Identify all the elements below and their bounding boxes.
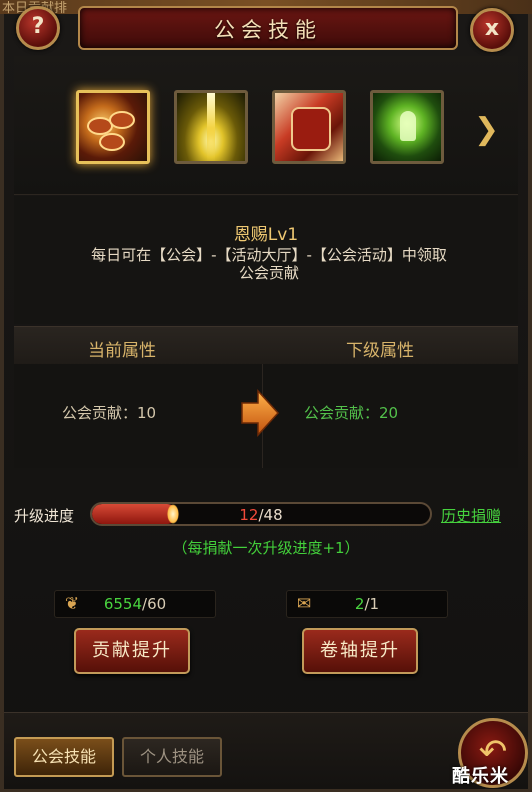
close-icon: x: [484, 16, 500, 41]
scroll-upgrade-button[interactable]: 卷轴提升: [302, 628, 418, 674]
scroll-shape: [291, 107, 331, 151]
next-attribute-value: 公会贡献：20: [304, 404, 399, 422]
chevron-right-icon[interactable]: ❯: [474, 115, 499, 145]
tab-guild-skills[interactable]: 公会技能: [14, 737, 114, 777]
green-aura-icon: [373, 93, 441, 161]
contribution-resource: ❦ 6554/60: [54, 590, 216, 618]
title-banner: 公会技能: [78, 6, 458, 50]
skill-slot-3[interactable]: [272, 90, 346, 164]
arrow-right-icon: [241, 389, 280, 437]
upgrade-progress-bar: 12/48: [90, 502, 432, 526]
tab-personal-skills[interactable]: 个人技能: [122, 737, 222, 777]
coins-bowl-icon: [79, 93, 147, 161]
progress-hint: （每捐献一次升级进度+1）: [172, 539, 360, 557]
skill-description: 每日可在【公会】-【活动大厅】-【公会活动】中领取公会贡献: [91, 246, 447, 282]
progress-total: /48: [258, 506, 283, 524]
light-beam-icon: [177, 93, 245, 161]
next-attribute-header: 下级属性: [346, 341, 414, 361]
skill-description-panel: 恩赐Lv1 每日可在【公会】-【活动大厅】-【公会活动】中领取公会贡献: [14, 196, 518, 324]
progress-current: 12: [239, 506, 259, 524]
progress-label: 升级进度: [14, 507, 75, 525]
contribution-current: 6554: [103, 595, 143, 613]
scroll-required: /1: [364, 595, 380, 613]
progress-text: 12/48: [92, 506, 430, 524]
beam-shape: [207, 93, 215, 161]
scroll-amount: 2/1: [287, 595, 447, 613]
page-title: 公会技能: [214, 18, 322, 42]
skill-slot-2[interactable]: [174, 90, 248, 164]
attribute-header: 当前属性 下级属性: [14, 326, 518, 366]
contribution-amount: 6554/60: [55, 595, 215, 613]
figure-shape: [400, 111, 416, 141]
contribute-upgrade-button[interactable]: 贡献提升: [74, 628, 190, 674]
coin-shape: [109, 111, 135, 129]
skill-slot-1[interactable]: [76, 90, 150, 164]
scroll-resource: ✉ 2/1: [286, 590, 448, 618]
skill-list: ❯: [14, 56, 518, 195]
coin-shape: [99, 133, 125, 151]
close-button[interactable]: x: [470, 8, 514, 52]
skill-slot-4[interactable]: [370, 90, 444, 164]
attribute-body: 公会贡献：10 公会贡献：20: [14, 364, 518, 468]
scroll-icon: [275, 93, 343, 161]
skill-name: 恩赐Lv1: [233, 225, 299, 245]
donation-history-link[interactable]: 历史捐赠: [441, 505, 501, 526]
help-button[interactable]: ?: [16, 6, 60, 50]
current-attribute-header: 当前属性: [88, 341, 156, 361]
current-attribute-value: 公会贡献：10: [62, 404, 157, 422]
help-icon: ?: [31, 14, 45, 39]
watermark-logo: 酷乐米: [452, 766, 509, 787]
contribution-required: /60: [142, 595, 167, 613]
bottom-tab-bar: 公会技能 个人技能: [4, 712, 528, 789]
